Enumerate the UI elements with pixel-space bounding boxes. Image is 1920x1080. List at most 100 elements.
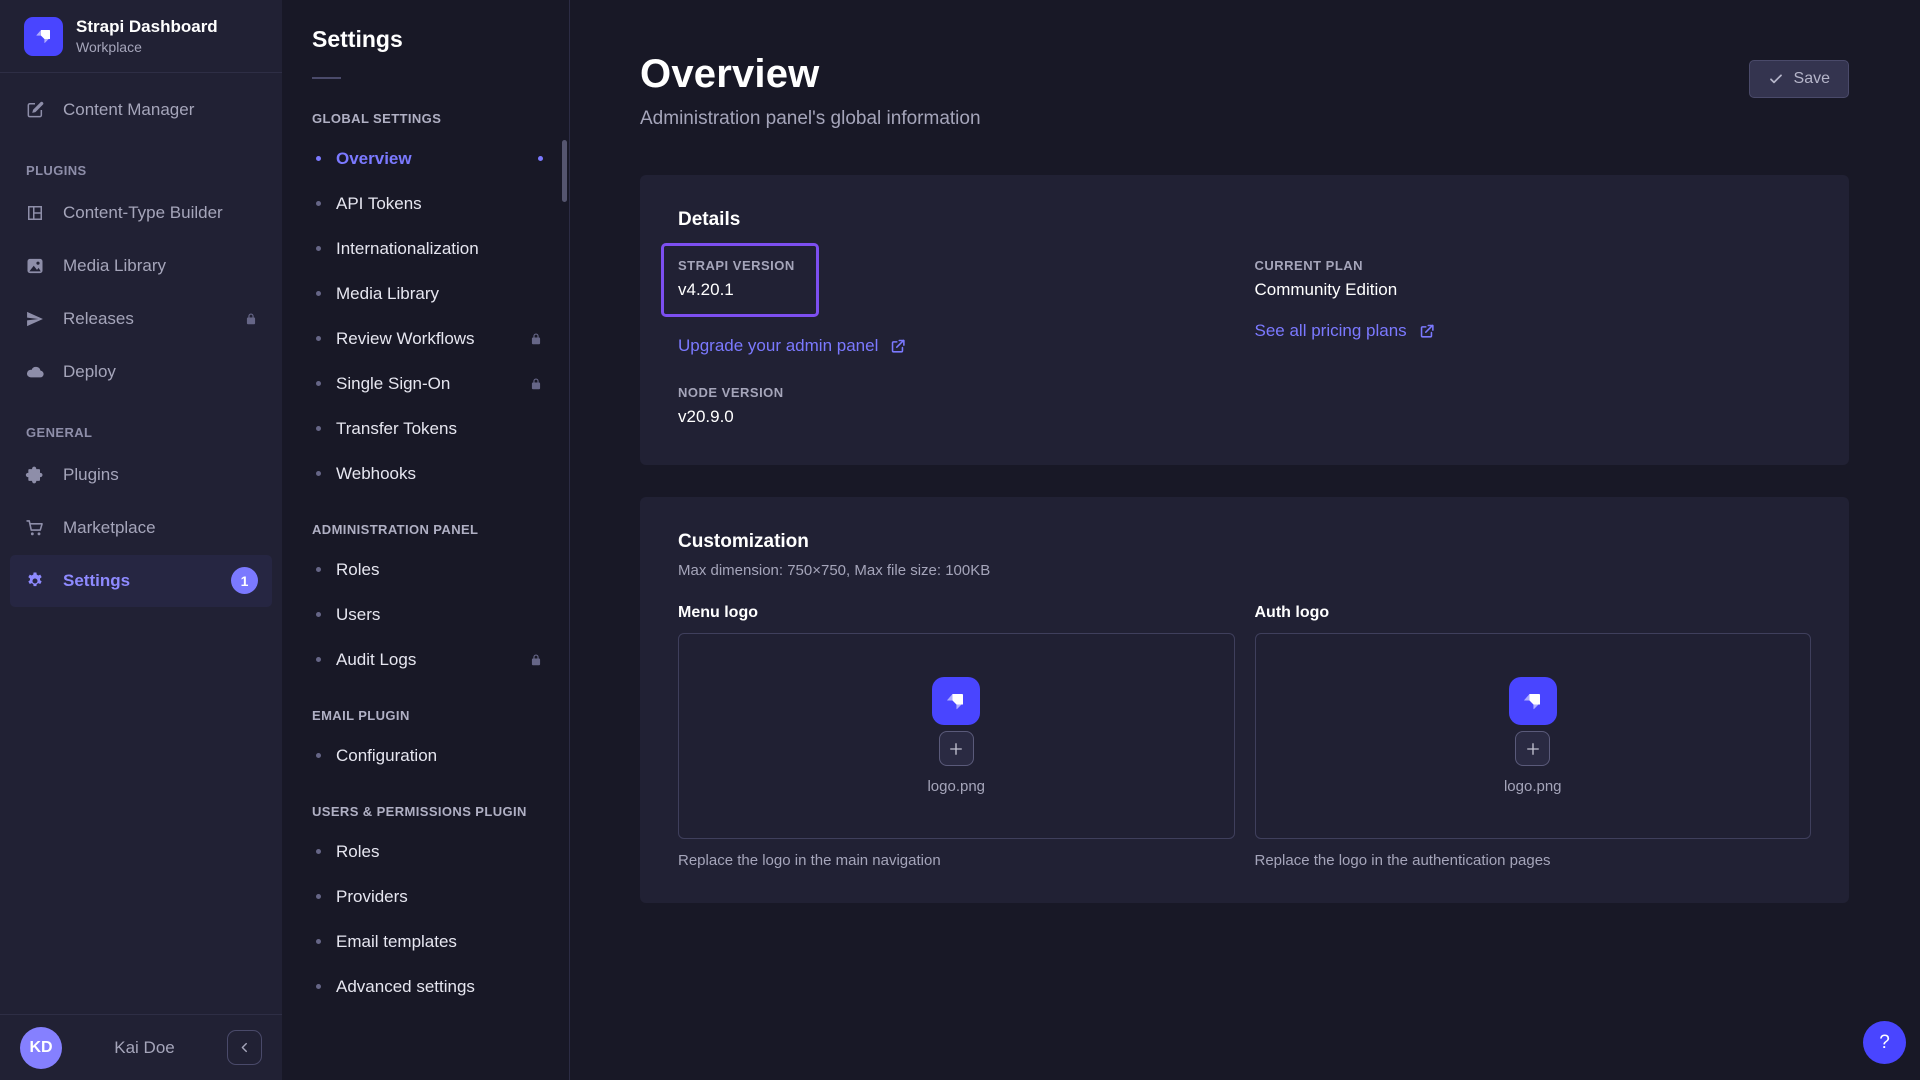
bullet-icon xyxy=(316,894,321,899)
subnav-title: Settings xyxy=(282,26,569,53)
settings-nav-media-library[interactable]: Media Library xyxy=(282,271,569,316)
menu-logo-dropzone[interactable]: logo.png xyxy=(678,633,1235,839)
settings-nav-overview[interactable]: Overview xyxy=(282,136,569,181)
subnav-item-label: Configuration xyxy=(336,746,437,766)
brand-title: Strapi Dashboard xyxy=(76,16,218,37)
brand-subtitle: Workplace xyxy=(76,39,218,57)
bullet-icon xyxy=(316,201,321,206)
active-indicator-dot xyxy=(538,156,543,161)
sidebar-item-media-library[interactable]: Media Library xyxy=(10,240,272,292)
user-area: KD Kai Doe xyxy=(0,1014,282,1080)
bullet-icon xyxy=(316,567,321,572)
settings-nav-api-tokens[interactable]: API Tokens xyxy=(282,181,569,226)
subnav-section-label-email-plugin: EMAIL PLUGIN xyxy=(282,682,569,733)
workplace-switcher[interactable]: Strapi Dashboard Workplace xyxy=(0,0,282,72)
image-icon xyxy=(24,255,46,277)
main-navigation: Strapi Dashboard Workplace Content Manag… xyxy=(0,0,282,1080)
chevron-left-icon xyxy=(236,1039,253,1056)
settings-nav-roles[interactable]: Roles xyxy=(282,547,569,592)
subnav-item-label: Providers xyxy=(336,887,408,907)
bullet-icon xyxy=(316,156,321,161)
sidebar-item-label: Media Library xyxy=(63,256,166,276)
auth-logo-add-button[interactable] xyxy=(1515,731,1550,766)
settings-nav-configuration[interactable]: Configuration xyxy=(282,733,569,778)
sidebar-item-content-type-builder[interactable]: Content-Type Builder xyxy=(10,187,272,239)
sidebar-item-plugins[interactable]: Plugins xyxy=(10,449,272,501)
settings-nav-transfer-tokens[interactable]: Transfer Tokens xyxy=(282,406,569,451)
sidebar-sections: Content Manager PLUGINS Content-Type Build… xyxy=(0,73,282,1014)
collapse-sidebar-button[interactable] xyxy=(227,1030,262,1065)
strapi-glyph xyxy=(1519,687,1547,715)
bullet-icon xyxy=(316,471,321,476)
subnav-item-label: Roles xyxy=(336,560,379,580)
subnav-item-label: Internationalization xyxy=(336,239,479,259)
sidebar-item-label: Content Manager xyxy=(63,100,194,120)
bullet-icon xyxy=(316,246,321,251)
subnav-item-label: API Tokens xyxy=(336,194,422,214)
avatar[interactable]: KD xyxy=(20,1027,62,1069)
pen-icon xyxy=(24,99,46,121)
subnav-item-label: Audit Logs xyxy=(336,650,416,670)
settings-nav-email-templates[interactable]: Email templates xyxy=(282,919,569,964)
settings-nav-users[interactable]: Users xyxy=(282,592,569,637)
sidebar-item-deploy[interactable]: Deploy xyxy=(10,346,272,398)
paper-plane-icon xyxy=(24,308,46,330)
bullet-icon xyxy=(316,849,321,854)
upgrade-admin-panel-link[interactable]: Upgrade your admin panel xyxy=(678,336,906,356)
settings-subnav: Settings GLOBAL SETTINGSOverviewAPI Toke… xyxy=(282,0,570,1080)
main-content: Overview Administration panel's global i… xyxy=(570,0,1920,1080)
settings-nav-webhooks[interactable]: Webhooks xyxy=(282,451,569,496)
current-plan-value: Community Edition xyxy=(1255,280,1812,300)
sidebar-item-content-manager[interactable]: Content Manager xyxy=(10,84,272,136)
sidebar-item-releases[interactable]: Releases xyxy=(10,293,272,345)
subnav-item-label: Single Sign-On xyxy=(336,374,450,394)
details-heading: Details xyxy=(678,209,1811,231)
subnav-item-label: Overview xyxy=(336,149,412,169)
external-link-icon xyxy=(1418,323,1435,340)
pricing-plans-link[interactable]: See all pricing plans xyxy=(1255,321,1435,341)
plus-icon xyxy=(947,740,965,758)
sidebar-item-marketplace[interactable]: Marketplace xyxy=(10,502,272,554)
bullet-icon xyxy=(316,291,321,296)
settings-nav-audit-logs[interactable]: Audit Logs xyxy=(282,637,569,682)
sidebar-item-label: Deploy xyxy=(63,362,116,382)
settings-badge: 1 xyxy=(231,567,258,594)
save-button[interactable]: Save xyxy=(1749,60,1849,98)
user-name: Kai Doe xyxy=(72,1038,217,1058)
subnav-scrollbar[interactable] xyxy=(562,140,567,202)
grid-icon xyxy=(24,202,46,224)
sidebar-item-settings[interactable]: Settings1 xyxy=(10,555,272,607)
subnav-item-label: Email templates xyxy=(336,932,457,952)
help-button[interactable]: ? xyxy=(1863,1021,1906,1064)
sidebar-section-label-plugins: PLUGINS xyxy=(0,137,282,186)
settings-nav-providers[interactable]: Providers xyxy=(282,874,569,919)
subnav-section-label-users-permissions-plugin: USERS & PERMISSIONS PLUGIN xyxy=(282,778,569,829)
lock-icon xyxy=(529,653,543,667)
menu-logo-caption: Replace the logo in the main navigation xyxy=(678,852,1235,869)
puzzle-icon xyxy=(24,464,46,486)
settings-nav-advanced-settings[interactable]: Advanced settings xyxy=(282,964,569,1009)
subnav-item-label: Roles xyxy=(336,842,379,862)
auth-logo-dropzone[interactable]: logo.png xyxy=(1255,633,1812,839)
menu-logo-label: Menu logo xyxy=(678,604,1235,622)
strapi-glyph xyxy=(942,687,970,715)
settings-nav-internationalization[interactable]: Internationalization xyxy=(282,226,569,271)
strapi-admin-app: Strapi Dashboard Workplace Content Manag… xyxy=(0,0,1920,1080)
customization-constraints: Max dimension: 750×750, Max file size: 1… xyxy=(678,562,1811,579)
cloud-icon xyxy=(24,361,46,383)
subnav-item-label: Media Library xyxy=(336,284,439,304)
strapi-logo-icon xyxy=(24,17,63,56)
subnav-section-label-administration-panel: ADMINISTRATION PANEL xyxy=(282,496,569,547)
strapi-version-label: STRAPI VERSION xyxy=(678,258,800,273)
bullet-icon xyxy=(316,657,321,662)
upgrade-link-label: Upgrade your admin panel xyxy=(678,336,878,356)
sidebar-item-label: Releases xyxy=(63,309,134,329)
settings-nav-review-workflows[interactable]: Review Workflows xyxy=(282,316,569,361)
subnav-item-label: Webhooks xyxy=(336,464,416,484)
bullet-icon xyxy=(316,336,321,341)
auth-logo-label: Auth logo xyxy=(1255,604,1812,622)
settings-nav-single-sign-on[interactable]: Single Sign-On xyxy=(282,361,569,406)
sidebar-item-label: Content-Type Builder xyxy=(63,203,223,223)
menu-logo-add-button[interactable] xyxy=(939,731,974,766)
settings-nav-roles[interactable]: Roles xyxy=(282,829,569,874)
